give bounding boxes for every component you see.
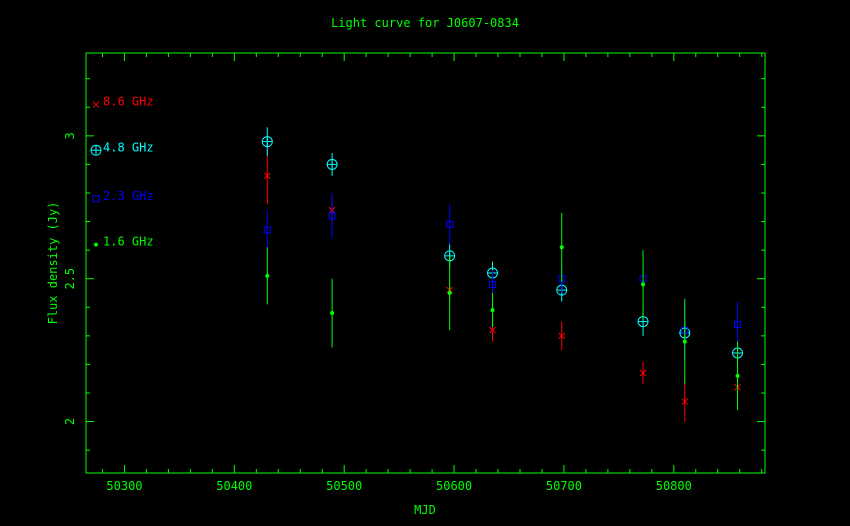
dot-marker <box>265 273 270 278</box>
x-marker <box>92 101 100 108</box>
legend-item: 4.8 GHz <box>90 140 154 156</box>
x-tick-label: 50500 <box>326 479 362 493</box>
x-tick-label: 50300 <box>106 479 142 493</box>
axis-ticks: 50300 50400 50500 50600 50700 50800 2 2.5 3 <box>63 53 765 493</box>
y-axis-label: Flux density (Jy) <box>46 202 60 325</box>
series-4-8-ghz <box>261 127 744 365</box>
dot-marker <box>330 311 335 315</box>
legend-label: 8.6 GHz <box>103 95 154 109</box>
dot-marker <box>735 373 740 378</box>
x-tick-label: 50600 <box>436 479 472 493</box>
y-tick-label: 2.5 <box>63 268 77 290</box>
dot-marker <box>682 339 687 344</box>
series-8-6-ghz <box>263 147 741 422</box>
dot-marker <box>447 291 452 295</box>
x-tick-label: 50700 <box>546 479 582 493</box>
chart-title: Light curve for J0607-0834 <box>331 16 519 30</box>
series-1-6-ghz <box>265 213 740 411</box>
circle-plus-marker <box>90 144 102 156</box>
legend-label: 2.3 GHz <box>103 189 154 203</box>
legend-item: 1.6 GHz <box>94 235 154 249</box>
x-axis-label: MJD <box>414 503 436 517</box>
series-2-3-ghz <box>263 193 742 362</box>
legend-item: 8.6 GHz <box>92 95 154 109</box>
circle-plus-marker <box>261 136 273 148</box>
y-tick-label: 2 <box>63 418 77 425</box>
dot-marker <box>641 282 646 287</box>
legend: 8.6 GHz 4.8 GHz 2.3 GHz 1.6 GHz <box>90 95 154 249</box>
dot-marker <box>559 245 564 250</box>
circle-plus-marker <box>326 158 338 170</box>
square-marker <box>92 195 100 203</box>
dot-marker <box>490 308 495 313</box>
plot-frame <box>85 52 766 474</box>
data-points <box>261 127 744 422</box>
light-curve-chart: Light curve for J0607-0834 MJD Flux dens… <box>46 16 766 517</box>
legend-label: 4.8 GHz <box>103 140 154 154</box>
x-tick-label: 50400 <box>216 479 252 493</box>
x-tick-label: 50800 <box>656 479 692 493</box>
legend-label: 1.6 GHz <box>103 235 154 249</box>
y-tick-label: 3 <box>63 132 77 139</box>
dot-marker <box>94 242 98 247</box>
legend-item: 2.3 GHz <box>92 189 154 203</box>
